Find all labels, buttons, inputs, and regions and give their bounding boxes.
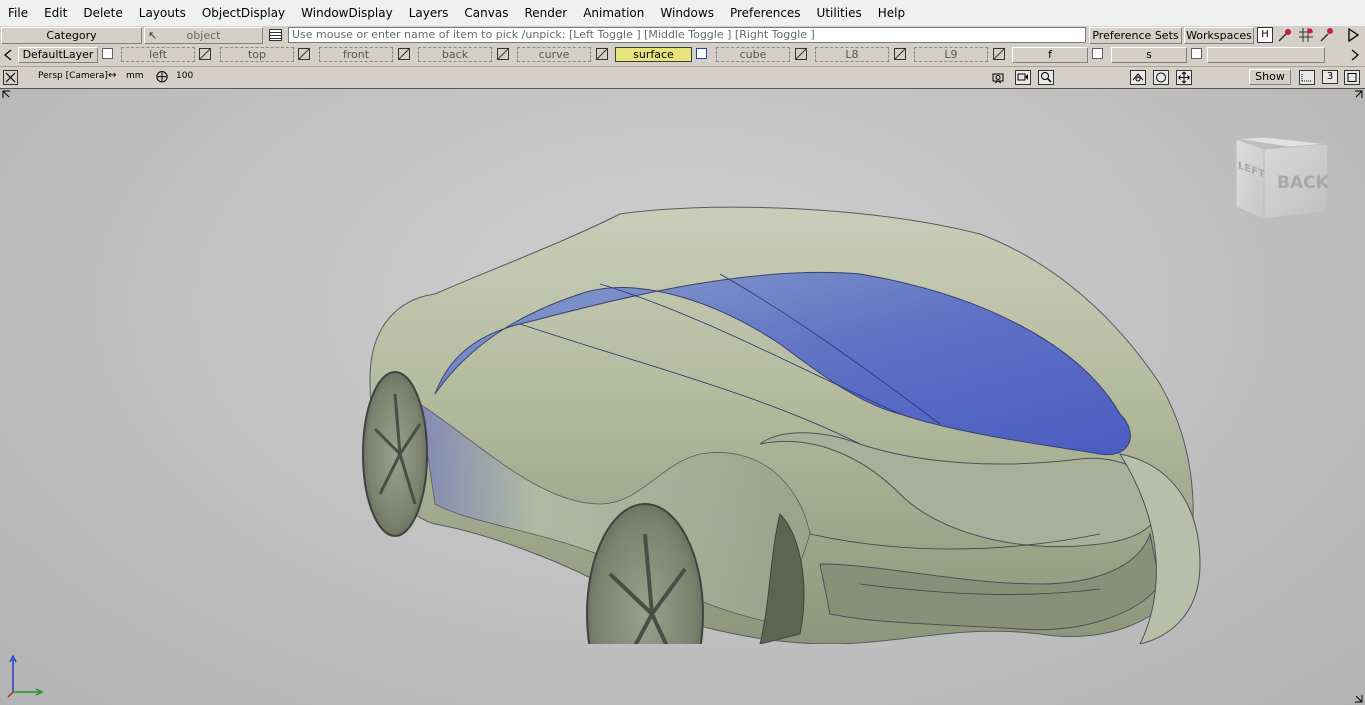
layer-l9-toggle-icon[interactable] (993, 48, 1005, 60)
default-layer-checkbox[interactable] (102, 48, 113, 59)
object-label: object (186, 29, 221, 42)
layer-back-toggle-icon[interactable] (497, 48, 509, 60)
viewport-corner-tr-icon (1355, 90, 1363, 98)
list-icon[interactable] (269, 29, 282, 41)
menu-canvas[interactable]: Canvas (456, 0, 516, 26)
layer-f[interactable]: f (1012, 47, 1088, 63)
tumble-icon[interactable] (1130, 70, 1146, 85)
zoom-icon[interactable] (1038, 70, 1054, 85)
layer-surface[interactable]: surface (615, 47, 692, 62)
record-icon[interactable] (1015, 70, 1031, 85)
layer-front[interactable]: front (319, 47, 393, 62)
menu-animation[interactable]: Animation (575, 0, 652, 26)
pin-icon[interactable] (1276, 26, 1294, 44)
layer-s-checkbox[interactable] (1191, 48, 1202, 59)
layer-f-checkbox[interactable] (1092, 48, 1103, 59)
perspective-viewport[interactable]: LEFT BACK (0, 89, 1365, 705)
control-bar: Category ↖ object Use mouse or enter nam… (0, 26, 1365, 46)
car-surface-model[interactable] (340, 204, 1220, 644)
layer-curve[interactable]: curve (517, 47, 591, 62)
layer-s[interactable]: s (1111, 47, 1187, 63)
menu-layouts[interactable]: Layouts (131, 0, 194, 26)
viewport-corner-br-icon (1355, 695, 1363, 703)
layer-top-toggle-icon[interactable] (298, 48, 310, 60)
viewport-header: Persp [Camera] ↔ mm ⨁ 100 Show 3 (0, 67, 1365, 89)
menu-render[interactable]: Render (516, 0, 575, 26)
grid-icon[interactable] (1299, 70, 1315, 85)
menu-windows[interactable]: Windows (652, 0, 722, 26)
arrow-right-small-icon[interactable] (1350, 49, 1360, 61)
maximize-icon[interactable] (1344, 70, 1360, 85)
menu-help[interactable]: Help (870, 0, 913, 26)
arrow-left-icon[interactable] (3, 49, 13, 61)
view-cube-back-face: BACK (1277, 173, 1329, 193)
menu-layers[interactable]: Layers (401, 0, 457, 26)
menu-edit[interactable]: Edit (36, 0, 75, 26)
layer-l8-toggle-icon[interactable] (894, 48, 906, 60)
pick-icon: ↖ (148, 29, 158, 42)
layer-left[interactable]: left (121, 47, 195, 62)
layer-top[interactable]: top (220, 47, 294, 62)
camera-icon[interactable] (991, 70, 1007, 85)
layer-l8[interactable]: L8 (815, 47, 889, 62)
layer-cube-toggle-icon[interactable] (795, 48, 807, 60)
layer-bar: DefaultLayer left top front back curve s… (0, 45, 1365, 67)
layer-cube[interactable]: cube (716, 47, 790, 62)
layer-front-toggle-icon[interactable] (398, 48, 410, 60)
layer-l9[interactable]: L9 (914, 47, 988, 62)
scale-label: 100 (176, 71, 194, 81)
snap-curve-icon[interactable] (1318, 26, 1336, 44)
count-badge[interactable]: 3 (1322, 70, 1338, 84)
move-icon[interactable] (1176, 70, 1192, 85)
grid-snap-icon[interactable] (1297, 26, 1315, 44)
preference-sets-button[interactable]: Preference Sets (1089, 27, 1182, 44)
show-button[interactable]: Show (1249, 69, 1291, 85)
scale-icon: ⨁ (156, 69, 168, 83)
viewport-corner-tl-icon (2, 90, 10, 98)
ortho-icon[interactable] (1153, 70, 1169, 85)
menu-preferences[interactable]: Preferences (722, 0, 809, 26)
menu-delete[interactable]: Delete (75, 0, 130, 26)
pick-prompt-field[interactable]: Use mouse or enter name of item to pick … (288, 27, 1086, 43)
units-label: mm (126, 71, 144, 81)
menu-file[interactable]: File (0, 0, 36, 26)
view-cube[interactable]: LEFT BACK (1228, 135, 1332, 225)
menu-bar: File Edit Delete Layouts ObjectDisplay W… (0, 0, 1365, 27)
menu-windowdisplay[interactable]: WindowDisplay (293, 0, 401, 26)
layer-surface-checkbox[interactable] (696, 48, 707, 59)
axis-triad-icon (7, 654, 44, 698)
arrow-right-icon[interactable] (1345, 27, 1361, 43)
category-button[interactable]: Category (1, 27, 142, 44)
layer-visibility-icon[interactable]: H (1257, 27, 1273, 43)
menu-objectdisplay[interactable]: ObjectDisplay (194, 0, 293, 26)
object-button[interactable]: ↖ object (144, 27, 263, 44)
menu-utilities[interactable]: Utilities (809, 0, 870, 26)
units-icon: ↔ (108, 70, 117, 81)
camera-label: Persp [Camera] (38, 71, 108, 81)
default-layer-button[interactable]: DefaultLayer (18, 47, 98, 63)
layer-curve-toggle-icon[interactable] (596, 48, 608, 60)
layer-left-toggle-icon[interactable] (199, 48, 211, 60)
layer-back[interactable]: back (418, 47, 492, 62)
empty-layer-slot[interactable] (1207, 47, 1325, 63)
close-icon[interactable] (3, 70, 18, 85)
workspaces-button[interactable]: Workspaces (1184, 27, 1254, 44)
